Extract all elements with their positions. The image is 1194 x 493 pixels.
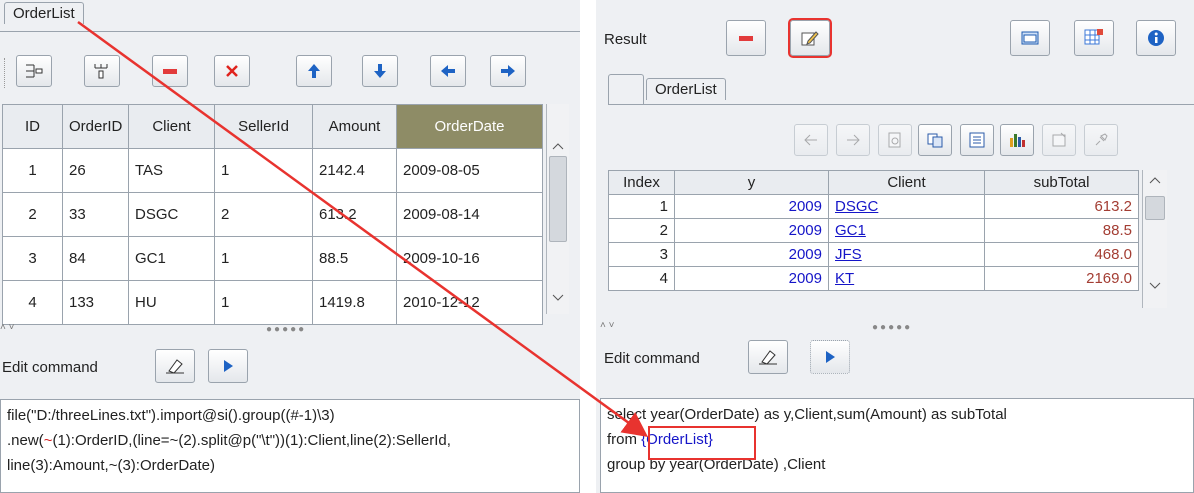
annotation-arrow [77,20,649,437]
arrow-line [77,20,649,437]
